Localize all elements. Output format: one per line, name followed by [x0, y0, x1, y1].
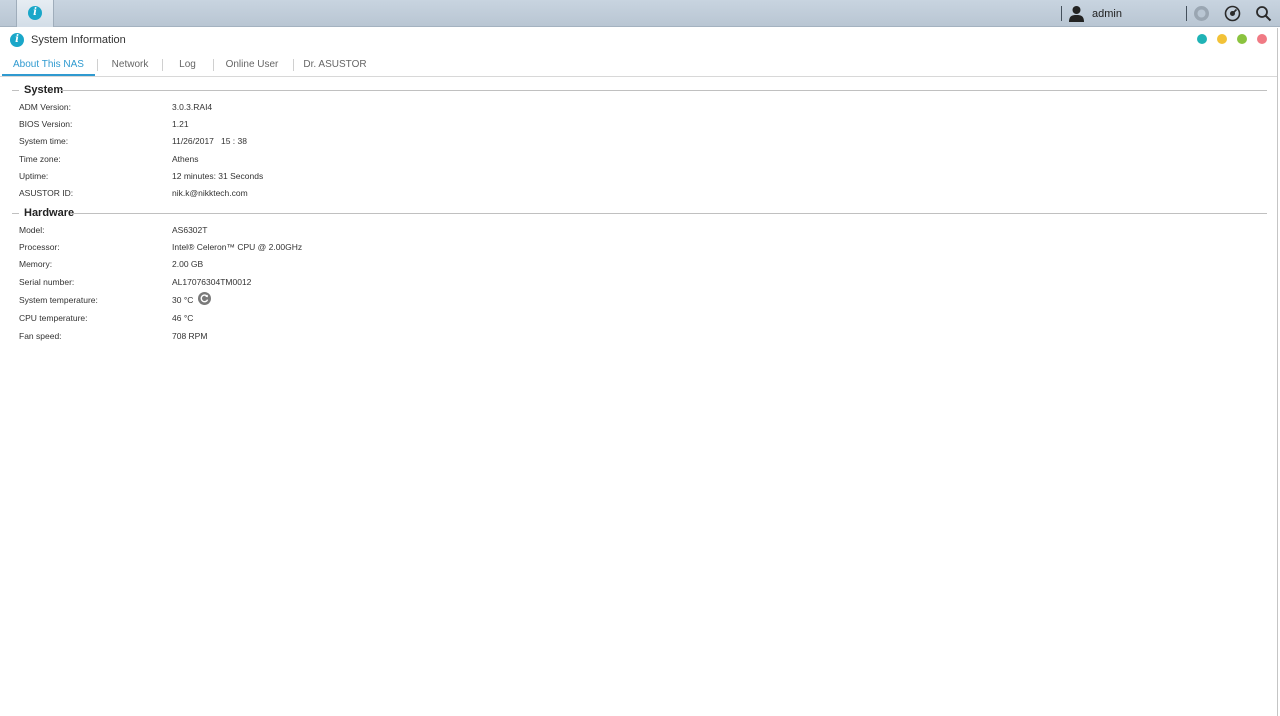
- info-label: Model:: [19, 225, 45, 235]
- window-border: [1277, 28, 1278, 716]
- info-value: 11/26/2017 15 : 38: [172, 136, 247, 146]
- info-row-memory: Memory: 2.00 GB: [19, 259, 619, 273]
- section-rule: [60, 90, 1267, 91]
- window-titlebar: i System Information: [0, 28, 1278, 52]
- info-row-asustor-id: ASUSTOR ID: nik.k@nikktech.com: [19, 188, 619, 202]
- info-label: ASUSTOR ID:: [19, 188, 74, 198]
- tab-bar: About This NAS Network Log Online User D…: [0, 53, 1278, 77]
- taskbar-separator: [1061, 6, 1062, 21]
- info-label: Time zone:: [19, 154, 61, 164]
- info-label: ADM Version:: [19, 102, 71, 112]
- info-value: 3.0.3.RAI4: [172, 102, 213, 112]
- info-value: 12 minutes: 31 Seconds: [172, 171, 264, 181]
- tab-dr-asustor[interactable]: Dr. ASUSTOR: [294, 53, 376, 76]
- info-row-system-time: System time: 11/26/2017 15 : 38: [19, 136, 619, 150]
- info-row-cpu-temperature: CPU temperature: 46 °C: [19, 313, 619, 327]
- info-label: System time:: [19, 136, 69, 146]
- window-title: System Information: [31, 34, 126, 46]
- refresh-icon[interactable]: [198, 292, 211, 305]
- info-value: AS6302T: [172, 225, 208, 235]
- user-icon[interactable]: [1068, 5, 1085, 22]
- section-system: System: [12, 84, 1267, 98]
- info-value: 46 °C: [172, 313, 194, 323]
- info-icon: i: [28, 6, 42, 20]
- info-label: CPU temperature:: [19, 313, 88, 323]
- info-row-time-zone: Time zone: Athens: [19, 154, 619, 168]
- section-title: System: [24, 84, 64, 96]
- info-icon: i: [10, 33, 24, 47]
- info-row-uptime: Uptime: 12 minutes: 31 Seconds: [19, 171, 619, 185]
- info-value: nik.k@nikktech.com: [172, 188, 248, 198]
- section-rule: [12, 90, 19, 91]
- info-row-adm-version: ADM Version: 3.0.3.RAI4: [19, 102, 619, 116]
- info-value: Intel® Celeron™ CPU @ 2.00GHz: [172, 242, 303, 252]
- taskbar-app-system-information[interactable]: i: [16, 0, 54, 27]
- info-row-fan-speed: Fan speed: 708 RPM: [19, 331, 619, 345]
- info-label: Fan speed:: [19, 331, 62, 341]
- section-rule: [12, 213, 19, 214]
- username[interactable]: admin: [1092, 8, 1122, 20]
- notification-icon[interactable]: [1193, 5, 1210, 22]
- info-row-serial-number: Serial number: AL17076304TM0012: [19, 277, 619, 291]
- info-label: Processor:: [19, 242, 60, 252]
- info-label: Serial number:: [19, 277, 75, 287]
- section-hardware: Hardware: [12, 207, 1267, 221]
- info-row-processor: Processor: Intel® Celeron™ CPU @ 2.00GHz: [19, 242, 619, 256]
- info-value: AL17076304TM0012: [172, 277, 252, 287]
- taskbar-separator: [1186, 6, 1187, 21]
- info-label: Uptime:: [19, 171, 49, 181]
- section-title: Hardware: [24, 207, 75, 219]
- tab-about-this-nas[interactable]: About This NAS: [2, 53, 95, 76]
- tab-log[interactable]: Log: [163, 53, 212, 76]
- tab-network[interactable]: Network: [98, 53, 162, 76]
- settings-dial-icon[interactable]: [1224, 5, 1241, 22]
- info-row-model: Model: AS6302T: [19, 225, 619, 239]
- window-restore-button[interactable]: [1197, 34, 1207, 44]
- window-minimize-button[interactable]: [1217, 34, 1227, 44]
- info-value: Athens: [172, 154, 199, 164]
- window-close-button[interactable]: [1257, 34, 1267, 44]
- info-label: System temperature:: [19, 295, 98, 305]
- search-icon[interactable]: [1255, 5, 1272, 22]
- info-value: 2.00 GB: [172, 259, 204, 269]
- info-row-bios-version: BIOS Version: 1.21: [19, 119, 619, 133]
- section-rule: [70, 213, 1267, 214]
- taskbar: i admin: [0, 0, 1280, 27]
- info-label: Memory:: [19, 259, 53, 269]
- tab-online-user[interactable]: Online User: [214, 53, 290, 76]
- info-label: BIOS Version:: [19, 119, 73, 129]
- window-maximize-button[interactable]: [1237, 34, 1247, 44]
- info-value: 708 RPM: [172, 331, 208, 341]
- info-value: 1.21: [172, 119, 189, 129]
- info-row-system-temperature: System temperature: 30 °C: [19, 292, 619, 309]
- info-value: 30 °C: [172, 295, 194, 305]
